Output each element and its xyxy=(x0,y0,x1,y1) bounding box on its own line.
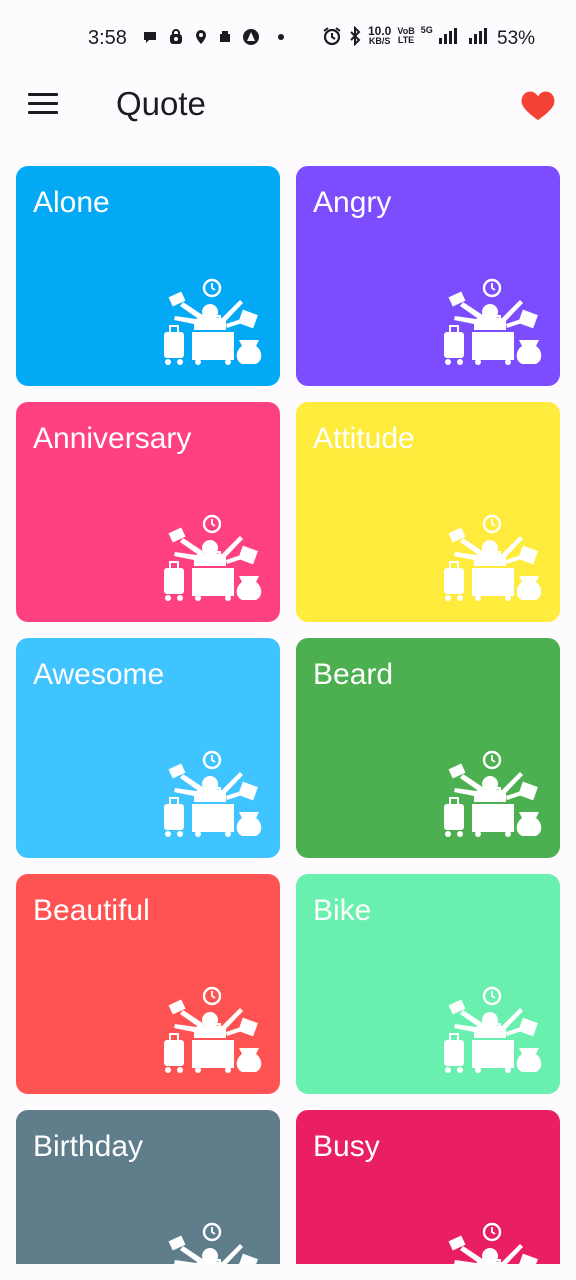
volte-bottom: LTE xyxy=(397,35,415,45)
category-card-beard[interactable]: Beard xyxy=(296,638,560,858)
category-label: Awesome xyxy=(33,658,165,691)
battery-level: 53% xyxy=(497,28,536,49)
more-notifications-dot xyxy=(278,34,284,40)
status-time: 3:58 xyxy=(88,27,127,49)
category-card-angry[interactable]: Angry xyxy=(296,166,560,386)
system-icons: 10.0 KB/S VoB LTE 5G xyxy=(322,25,487,46)
category-card-birthday[interactable]: Birthday xyxy=(16,1110,280,1264)
busy-worker-illustration xyxy=(444,278,542,365)
category-card-busy[interactable]: Busy xyxy=(296,1110,560,1264)
shopping-bag-icon xyxy=(170,29,182,44)
category-label: Bike xyxy=(313,894,372,927)
bluetooth-icon xyxy=(350,26,361,46)
category-card-alone[interactable]: Alone xyxy=(16,166,280,386)
busy-worker-illustration xyxy=(164,278,262,365)
category-label: Angry xyxy=(313,186,392,219)
busy-worker-illustration xyxy=(164,750,262,837)
busy-worker-illustration xyxy=(444,514,542,601)
category-card-attitude[interactable]: Attitude xyxy=(296,402,560,622)
notification-icons xyxy=(142,28,284,46)
signal-strength-icon-2 xyxy=(468,28,487,44)
busy-worker-illustration xyxy=(444,750,542,837)
network-speed: 10.0 KB/S xyxy=(368,25,391,46)
busy-worker-illustration xyxy=(164,514,262,601)
category-label: Attitude xyxy=(313,422,415,455)
category-label: Birthday xyxy=(33,1130,144,1163)
category-card-awesome[interactable]: Awesome xyxy=(16,638,280,858)
media-icon xyxy=(220,31,230,42)
busy-worker-illustration xyxy=(168,1222,258,1264)
app-logo-icon xyxy=(243,29,259,45)
category-grid: Alone Angry Anniversary Attitude Awesome… xyxy=(16,166,560,1264)
status-bar: 3:58 10.0 KB/S VoB LTE 5G 53% xyxy=(0,0,576,78)
busy-worker-illustration xyxy=(444,986,542,1073)
category-label: Busy xyxy=(313,1130,380,1163)
app-bar: Quote xyxy=(0,78,576,130)
location-pin-icon xyxy=(196,30,206,44)
volte-indicator: VoB LTE xyxy=(397,27,414,45)
category-label: Anniversary xyxy=(33,422,192,455)
signal-strength-icon-1 xyxy=(438,28,457,44)
category-card-bike[interactable]: Bike xyxy=(296,874,560,1094)
category-card-anniversary[interactable]: Anniversary xyxy=(16,402,280,622)
hamburger-menu-icon[interactable] xyxy=(28,93,60,117)
category-label: Alone xyxy=(33,186,110,219)
category-label: Beard xyxy=(313,658,394,691)
net-speed-unit: KB/S xyxy=(368,36,391,46)
chat-bubble-icon xyxy=(144,32,156,43)
page-title: Quote xyxy=(116,85,206,122)
network-type: 5G xyxy=(420,25,433,35)
heart-icon[interactable] xyxy=(520,88,556,122)
category-card-beautiful[interactable]: Beautiful xyxy=(16,874,280,1094)
busy-worker-illustration xyxy=(164,986,262,1073)
category-label: Beautiful xyxy=(33,894,150,927)
busy-worker-illustration xyxy=(448,1222,538,1264)
alarm-icon xyxy=(323,27,341,46)
